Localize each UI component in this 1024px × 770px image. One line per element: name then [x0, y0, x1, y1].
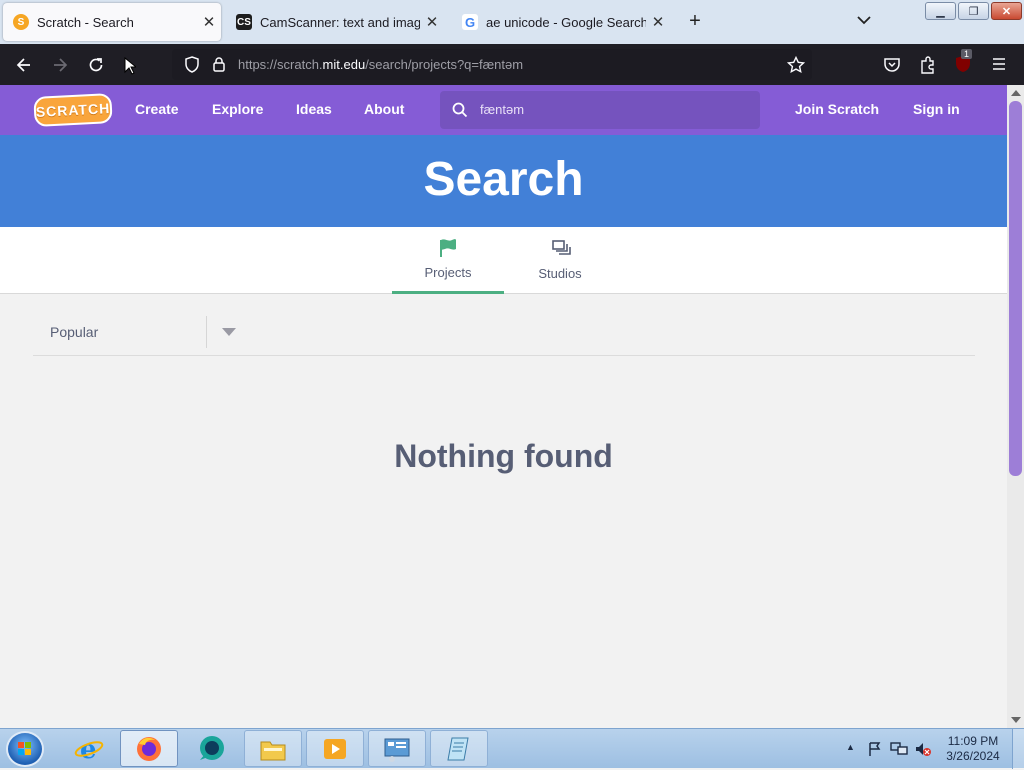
url-text[interactable]: https://scratch.mit.edu/search/projects?…: [238, 57, 523, 72]
nav-explore[interactable]: Explore: [212, 101, 263, 117]
forward-arrow-icon: [54, 58, 68, 72]
restore-button[interactable]: ❐: [958, 2, 989, 20]
clock-date: 3/26/2024: [946, 749, 1000, 763]
tab-close-icon[interactable]: ✕: [646, 13, 670, 31]
url-prefix: https://scratch.: [238, 57, 323, 72]
show-desktop-button[interactable]: [1012, 729, 1024, 769]
hamburger-menu-icon[interactable]: [991, 57, 1007, 71]
mouse-cursor-icon: [124, 57, 136, 75]
url-path: /search/projects?q=fæntəm: [365, 57, 524, 72]
url-bar[interactable]: https://scratch.mit.edu/search/projects?…: [172, 49, 812, 80]
search-tabs: Projects Studios: [0, 227, 1007, 294]
minimize-button[interactable]: ▁: [925, 2, 956, 20]
nav-ideas[interactable]: Ideas: [296, 101, 332, 117]
url-domain: mit.edu: [322, 57, 366, 72]
sort-select[interactable]: Popular: [33, 310, 975, 356]
reload-button[interactable]: [83, 52, 109, 78]
nav-create[interactable]: Create: [135, 101, 179, 117]
bookmark-star-icon[interactable]: [787, 56, 805, 74]
back-button[interactable]: [11, 52, 37, 78]
scratch-logo-text: SCRATCH: [35, 100, 111, 120]
search-icon: [452, 102, 468, 118]
empty-results-message: Nothing found: [394, 438, 613, 474]
sort-divider: [206, 316, 207, 348]
notepad-icon: [447, 737, 469, 760]
tab-camscanner[interactable]: CS CamScanner: text and image sc ✕: [226, 3, 444, 41]
search-value: fæntəm: [480, 102, 525, 117]
extensions-puzzle-icon[interactable]: [919, 55, 937, 75]
scroll-up-arrow-icon[interactable]: [1011, 90, 1021, 96]
scratch-cat-icon: S: [13, 14, 29, 30]
tab-list-chevron-icon[interactable]: [855, 11, 873, 29]
shield-icon[interactable]: [184, 56, 200, 73]
forward-button[interactable]: [47, 52, 73, 78]
svg-text:e: e: [80, 735, 97, 764]
join-scratch-link[interactable]: Join Scratch: [795, 101, 879, 117]
flag-icon: [440, 239, 456, 257]
scrollbar-thumb[interactable]: [1009, 101, 1022, 476]
scroll-down-arrow-icon[interactable]: [1011, 717, 1021, 723]
clock-time: 11:09 PM: [947, 734, 999, 748]
browser-navigation-bar: https://scratch.mit.edu/search/projects?…: [0, 44, 1024, 85]
system-clock[interactable]: 11:09 PM 3/26/2024: [938, 734, 1008, 764]
close-window-button[interactable]: ✕: [991, 2, 1022, 20]
tab-close-icon[interactable]: ✕: [420, 13, 444, 31]
internet-explorer-icon: e: [74, 735, 104, 764]
firefox-icon: [137, 736, 161, 761]
scratch-logo[interactable]: SCRATCH: [33, 92, 113, 128]
page-title: Search: [423, 153, 584, 206]
extension-badge: 1: [961, 49, 973, 59]
reload-icon: [89, 58, 103, 72]
action-center-flag-icon[interactable]: [867, 741, 883, 757]
sign-in-link[interactable]: Sign in: [913, 101, 960, 117]
tray-expand-icon[interactable]: ▲: [846, 742, 855, 752]
tab-title: Scratch - Search: [37, 14, 134, 30]
chevron-down-icon[interactable]: [222, 328, 236, 336]
browser-tab-strip: S Scratch - Search ✕ CS CamScanner: text…: [0, 0, 1024, 44]
tab-title: ae unicode - Google Search: [486, 14, 646, 30]
nav-about[interactable]: About: [364, 101, 404, 117]
volume-muted-icon[interactable]: [914, 741, 932, 757]
tab-close-icon[interactable]: ✕: [197, 13, 221, 31]
control-panel-icon: [384, 738, 410, 762]
new-tab-button[interactable]: +: [684, 10, 706, 33]
google-icon: G: [462, 14, 478, 30]
lock-icon[interactable]: [212, 56, 226, 73]
scratch-search-input[interactable]: fæntəm: [440, 91, 760, 129]
file-explorer-taskbar-button[interactable]: [244, 730, 302, 767]
windows-taskbar: e ▲ 11:09 PM 3/26/2024: [0, 728, 1024, 769]
studios-icon: [552, 240, 571, 255]
windows-logo-icon: [18, 742, 31, 755]
tab-studios[interactable]: Studios: [504, 227, 616, 294]
back-arrow-icon: [16, 58, 30, 72]
tab-projects-label: Projects: [424, 265, 472, 280]
media-player-icon: [324, 738, 346, 759]
scratch-header: SCRATCH Create Explore Ideas About fæntə…: [0, 85, 1007, 135]
sort-selected-value: Popular: [50, 324, 99, 340]
folder-icon: [260, 741, 286, 760]
tab-title: CamScanner: text and image sc: [260, 14, 420, 30]
tab-projects[interactable]: Projects: [392, 227, 504, 294]
chat-bubble-icon: [200, 735, 224, 760]
network-icon[interactable]: [890, 741, 908, 757]
notepad-taskbar-button[interactable]: [430, 730, 488, 767]
firefox-taskbar-button[interactable]: [120, 730, 178, 767]
control-panel-taskbar-button[interactable]: [368, 730, 426, 767]
search-banner: Search: [0, 135, 1007, 227]
media-player-taskbar-button[interactable]: [306, 730, 364, 767]
camscanner-icon: CS: [236, 14, 252, 30]
ublock-extension-button[interactable]: 1: [955, 49, 973, 73]
internet-explorer-taskbar-button[interactable]: e: [60, 730, 118, 767]
tab-google-search[interactable]: G ae unicode - Google Search ✕: [452, 3, 670, 41]
tab-studios-label: Studios: [538, 266, 582, 281]
tab-scratch-search[interactable]: S Scratch - Search ✕: [3, 3, 221, 41]
pocket-icon[interactable]: [883, 56, 901, 74]
page-scrollbar[interactable]: [1007, 85, 1024, 728]
chat-app-taskbar-button[interactable]: [182, 730, 240, 767]
start-button[interactable]: [6, 731, 44, 767]
